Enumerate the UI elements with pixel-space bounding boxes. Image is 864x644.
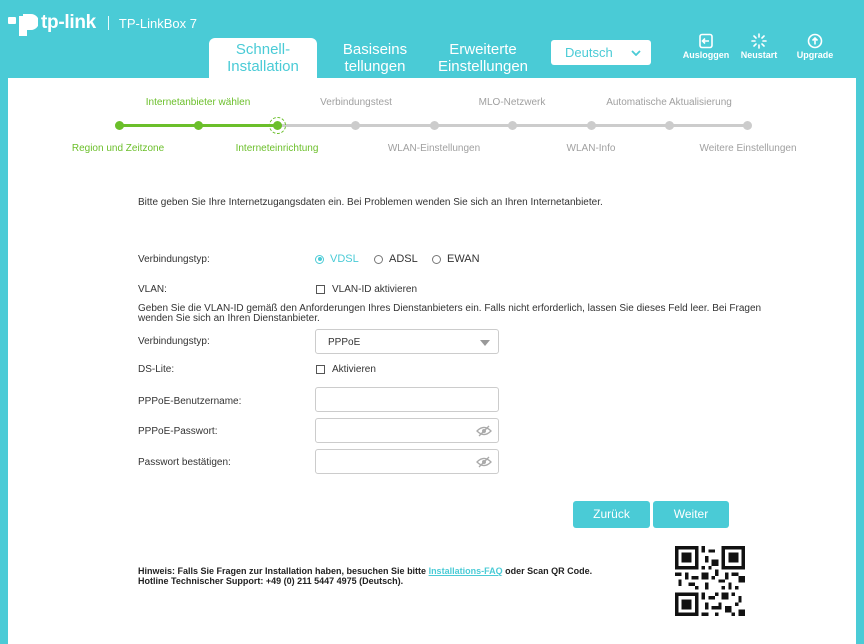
tp-link-logo: tp-link TP-LinkBox 7 bbox=[8, 10, 197, 36]
main-panel: Internetanbieter wählen Verbindungstest … bbox=[8, 78, 856, 644]
step-more-settings: Weitere Einstellungen bbox=[699, 143, 797, 154]
connection-type-label: Verbindungstyp: bbox=[138, 254, 210, 265]
restart-button[interactable]: Neustart bbox=[732, 33, 786, 60]
password-input[interactable] bbox=[315, 418, 499, 443]
step-auto-update: Automatische Aktualisierung bbox=[606, 97, 732, 108]
tab-basic-line2: tellungen bbox=[344, 58, 406, 75]
tab-advanced-line2: Einstellungen bbox=[437, 58, 529, 75]
vlan-hint: Geben Sie die VLAN-ID gemäß den Anforder… bbox=[138, 303, 762, 324]
step-wlan-settings: WLAN-Einstellungen bbox=[387, 143, 481, 154]
tab-quick-setup-line1: Schnell- bbox=[235, 41, 291, 58]
step-dot-pending bbox=[665, 121, 674, 130]
logout-icon bbox=[699, 33, 713, 49]
vlan-label: VLAN: bbox=[138, 284, 167, 295]
hotline-text: Hotline Technischer Support: +49 (0) 211… bbox=[138, 576, 404, 586]
step-dot-pending bbox=[430, 121, 439, 130]
divider bbox=[107, 16, 109, 30]
qr-code-icon bbox=[675, 546, 745, 616]
tab-basic-line1: Basiseins bbox=[342, 41, 408, 58]
protocol-label: Verbindungstyp: bbox=[138, 336, 210, 347]
username-input[interactable] bbox=[315, 387, 499, 412]
confirm-password-input[interactable] bbox=[315, 449, 499, 474]
tab-advanced-line1: Erweiterte bbox=[449, 41, 517, 58]
logout-button[interactable]: Ausloggen bbox=[679, 33, 733, 60]
tab-quick-setup-line2: Installation bbox=[227, 58, 299, 75]
installation-faq-link[interactable]: Installations-FAQ bbox=[429, 566, 503, 576]
dropdown-caret-icon bbox=[480, 340, 490, 346]
dslite-label: DS-Lite: bbox=[138, 364, 175, 375]
dslite-checkbox[interactable]: Aktivieren bbox=[316, 364, 376, 375]
step-dot-current bbox=[269, 117, 286, 134]
step-wlan-info: WLAN-Info bbox=[566, 143, 616, 154]
radio-ewan-label: EWAN bbox=[447, 253, 480, 265]
back-button[interactable]: Zurück bbox=[573, 501, 650, 528]
radio-selected-icon bbox=[315, 254, 324, 264]
tab-quick-setup[interactable]: Schnell- Installation bbox=[209, 38, 317, 78]
step-mlo-network: MLO-Netzwerk bbox=[478, 97, 546, 108]
checkbox-icon bbox=[316, 285, 325, 294]
vlan-checkbox[interactable]: VLAN-ID aktivieren bbox=[316, 284, 417, 295]
vlan-checkbox-label: VLAN-ID aktivieren bbox=[332, 284, 418, 295]
step-region: Region und Zeitzone bbox=[71, 143, 165, 154]
upgrade-icon bbox=[807, 33, 823, 49]
step-dot-done bbox=[194, 121, 203, 130]
step-dot-done bbox=[115, 121, 124, 130]
upgrade-button[interactable]: Upgrade bbox=[788, 33, 842, 60]
chevron-down-icon bbox=[631, 49, 641, 56]
radio-unselected-icon bbox=[374, 254, 383, 264]
radio-ewan[interactable]: EWAN bbox=[432, 253, 480, 265]
eye-off-icon[interactable] bbox=[476, 425, 492, 437]
step-dot-pending bbox=[743, 121, 752, 130]
eye-off-icon[interactable] bbox=[476, 456, 492, 468]
help-note-suffix: oder Scan QR Code. bbox=[502, 566, 593, 576]
next-button[interactable]: Weiter bbox=[653, 501, 729, 528]
restart-icon bbox=[751, 33, 767, 49]
protocol-select[interactable]: PPPoE bbox=[315, 329, 499, 354]
protocol-value: PPPoE bbox=[328, 337, 361, 348]
restart-label: Neustart bbox=[740, 50, 778, 60]
intro-text: Bitte geben Sie Ihre Internetzugangsdate… bbox=[138, 197, 603, 208]
tab-basic-settings[interactable]: Basiseins tellungen bbox=[335, 38, 415, 78]
language-value: Deutsch bbox=[565, 45, 613, 60]
step-isp: Internetanbieter wählen bbox=[145, 97, 251, 108]
upgrade-label: Upgrade bbox=[796, 50, 834, 60]
step-connection-test: Verbindungstest bbox=[320, 97, 392, 108]
radio-vdsl-label: VDSL bbox=[330, 253, 359, 265]
radio-vdsl[interactable]: VDSL bbox=[315, 253, 359, 265]
tp-link-logo-icon bbox=[8, 10, 39, 36]
help-note: Hinweis: Falls Sie Fragen zur Installati… bbox=[138, 566, 592, 586]
product-name: TP-LinkBox 7 bbox=[118, 15, 197, 31]
help-note-line: Hinweis: Falls Sie Fragen zur Installati… bbox=[138, 566, 592, 576]
radio-unselected-icon bbox=[432, 254, 441, 264]
language-select[interactable]: Deutsch bbox=[551, 40, 651, 65]
radio-adsl[interactable]: ADSL bbox=[374, 253, 418, 265]
brand-name: tp-link bbox=[41, 12, 96, 33]
step-internet-setup: Interneteinrichtung bbox=[235, 143, 319, 154]
step-dot-pending bbox=[351, 121, 360, 130]
checkbox-icon bbox=[316, 365, 325, 374]
tab-advanced-settings[interactable]: Erweiterte Einstellungen bbox=[428, 38, 538, 78]
password-label: PPPoE-Passwort: bbox=[138, 426, 218, 437]
header: tp-link TP-LinkBox 7 Schnell- Installati… bbox=[0, 0, 864, 78]
logout-label: Ausloggen bbox=[682, 50, 730, 60]
confirm-password-label: Passwort bestätigen: bbox=[138, 457, 231, 468]
help-note-prefix: Hinweis: Falls Sie Fragen zur Installati… bbox=[138, 566, 429, 576]
step-dot-pending bbox=[508, 121, 517, 130]
step-dot-pending bbox=[587, 121, 596, 130]
dslite-checkbox-label: Aktivieren bbox=[332, 364, 376, 375]
radio-adsl-label: ADSL bbox=[389, 253, 418, 265]
username-label: PPPoE-Benutzername: bbox=[138, 396, 242, 407]
